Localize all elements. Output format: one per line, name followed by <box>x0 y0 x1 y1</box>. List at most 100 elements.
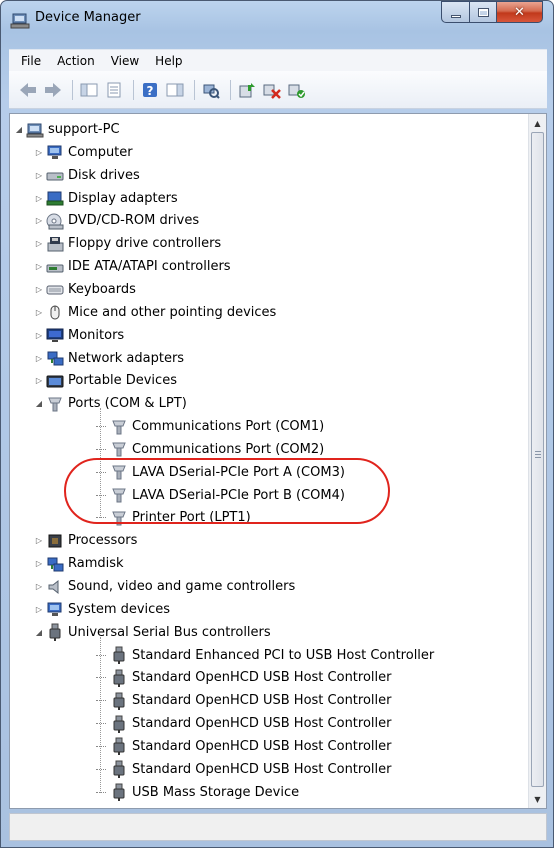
title-bar[interactable]: Device Manager ✕ <box>1 1 553 41</box>
menu-file-label: File <box>21 53 42 68</box>
back-button[interactable] <box>17 79 39 101</box>
tree-category[interactable]: ▷ Monitors <box>34 324 124 347</box>
port-icon <box>112 420 126 435</box>
expand-arrow-icon[interactable]: ▷ <box>34 353 44 363</box>
toolbar-separator <box>72 79 73 100</box>
expand-arrow-icon[interactable]: ▷ <box>34 376 44 386</box>
scroll-up-arrow[interactable]: ▲ <box>529 114 546 132</box>
expand-arrow-icon[interactable]: ▷ <box>34 307 44 317</box>
toolbar-separator <box>230 79 231 100</box>
expand-arrow-icon[interactable]: ▷ <box>34 284 44 294</box>
tree-item-label: System devices <box>68 601 171 617</box>
tree-item-label: Portable Devices <box>68 373 177 389</box>
menu-file[interactable]: File <box>13 54 49 68</box>
expand-arrow-icon[interactable]: ▷ <box>34 147 44 157</box>
tree-device[interactable]: Standard OpenHCD USB Host Controller <box>96 712 392 735</box>
tree-device[interactable]: Standard OpenHCD USB Host Controller <box>96 689 392 712</box>
tree-category[interactable]: ▷ DVD/CD-ROM drives <box>34 209 199 232</box>
forward-button[interactable] <box>42 79 64 101</box>
tree-category[interactable]: ▷ Ramdisk <box>34 552 124 575</box>
tree-device[interactable]: Standard OpenHCD USB Host Controller <box>96 735 392 758</box>
computer-icon <box>47 145 62 160</box>
properties-button[interactable] <box>103 79 125 101</box>
collapse-arrow-icon[interactable]: ◢ <box>14 125 24 135</box>
tree-category[interactable]: ▷ IDE ATA/ATAPI controllers <box>34 255 231 278</box>
tree-device[interactable]: Standard Enhanced PCI to USB Host Contro… <box>96 644 434 667</box>
tree-connector-line <box>100 636 101 793</box>
tree-device[interactable]: USB Mass Storage Device <box>96 781 299 804</box>
menu-help-label: Help <box>155 53 183 68</box>
help-button[interactable]: ? <box>139 79 161 101</box>
collapse-arrow-icon[interactable]: ◢ <box>34 399 44 409</box>
tree-category[interactable]: ▷ Disk drives <box>34 164 140 187</box>
tree-item-label: Standard OpenHCD USB Host Controller <box>132 738 392 754</box>
expand-arrow-icon[interactable]: ▷ <box>34 536 44 546</box>
scroll-down-icon: ▼ <box>534 794 541 804</box>
enable-device-button[interactable] <box>286 79 308 101</box>
close-button[interactable]: ✕ <box>496 1 543 23</box>
tree-category[interactable]: ▷ Mice and other pointing devices <box>34 301 276 324</box>
scan-hardware-button[interactable] <box>200 79 222 101</box>
uninstall-button[interactable] <box>261 79 283 101</box>
scroll-thumb[interactable] <box>531 132 544 787</box>
menu-help[interactable]: Help <box>147 54 190 68</box>
menu-view[interactable]: View <box>103 54 147 68</box>
computer-root-icon <box>26 123 44 137</box>
maximize-button[interactable] <box>469 1 496 23</box>
tree-connector <box>96 723 106 725</box>
expand-arrow-icon[interactable]: ▷ <box>34 170 44 180</box>
tree-item-label: IDE ATA/ATAPI controllers <box>68 259 231 275</box>
expand-arrow-icon[interactable]: ▷ <box>34 239 44 249</box>
show-hide-console-tree-button[interactable] <box>78 79 100 101</box>
tree-item-label: Sound, video and game controllers <box>68 579 296 594</box>
minimize-button[interactable] <box>441 1 469 23</box>
tree-category[interactable]: ▷ Computer <box>34 141 133 164</box>
expand-arrow-icon[interactable]: ▷ <box>34 330 44 340</box>
expand-arrow-icon[interactable]: ▷ <box>34 604 44 614</box>
tree-device[interactable]: Standard OpenHCD USB Host Controller <box>96 758 392 781</box>
maximize-icon <box>477 7 489 17</box>
tree-category[interactable]: ▷ Network adapters <box>34 347 184 370</box>
tree-connector <box>96 700 106 702</box>
tree-category[interactable]: ◢ Ports (COM & LPT) <box>34 392 187 415</box>
tree-category[interactable]: ◢ Universal Serial Bus controllers <box>34 621 271 644</box>
tree-item-label: Standard OpenHCD USB Host Controller <box>132 716 392 732</box>
tree-category[interactable]: ▷ Display adapters <box>34 187 178 210</box>
display-adapter-icon <box>46 191 64 206</box>
collapse-arrow-icon[interactable]: ◢ <box>34 627 44 637</box>
show-action-pane-icon <box>166 83 184 96</box>
minimize-icon <box>450 14 461 18</box>
tree-device[interactable]: Communications Port (COM1) <box>96 415 324 438</box>
expand-arrow-icon[interactable]: ▷ <box>34 216 44 226</box>
close-icon: ✕ <box>514 4 525 20</box>
tree-category[interactable]: ▷ Keyboards <box>34 278 136 301</box>
vertical-scrollbar[interactable]: ▲ ▼ <box>528 114 546 808</box>
update-driver-button[interactable] <box>236 79 258 101</box>
expand-arrow-icon[interactable]: ▷ <box>34 559 44 569</box>
tree-item-label: USB Mass Storage Device <box>132 784 300 800</box>
tree-connector <box>96 745 106 747</box>
help-icon: ? <box>143 82 157 98</box>
tree-item-label: Standard OpenHCD USB Host Controller <box>132 693 392 709</box>
device-manager-icon <box>10 13 30 29</box>
show-action-pane-button[interactable] <box>164 79 186 101</box>
scroll-down-arrow[interactable]: ▼ <box>529 790 546 808</box>
system-device-icon <box>47 602 62 617</box>
tree-root[interactable]: ◢ support-PC <box>14 118 120 141</box>
tree-category[interactable]: ▷ Portable Devices <box>34 369 177 392</box>
tree-category[interactable]: ▷ Processors <box>34 529 137 552</box>
port-icon <box>112 442 126 457</box>
tree-category[interactable]: ▷ Floppy drive controllers <box>34 232 221 255</box>
thumb-grip <box>535 451 541 452</box>
expand-arrow-icon[interactable]: ▷ <box>34 582 44 592</box>
tree-category[interactable]: ▷ Sound, video and game controllers <box>34 575 295 598</box>
thumb-grip <box>535 454 541 455</box>
tree-category[interactable]: ▷ System devices <box>34 598 170 621</box>
expand-arrow-icon[interactable]: ▷ <box>34 193 44 203</box>
tree-device[interactable]: Standard OpenHCD USB Host Controller <box>96 666 392 689</box>
menu-action[interactable]: Action <box>49 54 103 68</box>
ide-controller-icon <box>46 264 64 273</box>
toolbar: ? <box>9 71 547 109</box>
expand-arrow-icon[interactable]: ▷ <box>34 262 44 272</box>
properties-icon <box>107 82 121 97</box>
